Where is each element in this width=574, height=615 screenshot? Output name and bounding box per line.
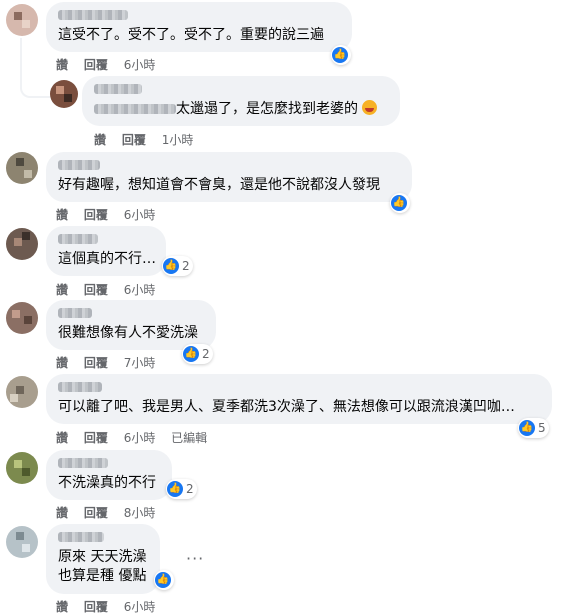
comment-actions: 讚 回覆 6小時: [56, 56, 167, 73]
comment-text-line1: 原來 天天洗澡: [58, 549, 147, 565]
comment-bubble: 可以離了吧、我是男人、夏季都洗3次澡了、無法想像可以跟流浪漢凹咖…: [46, 374, 552, 424]
reaction-number: 5: [538, 421, 546, 435]
timestamp[interactable]: 6小時: [124, 208, 156, 222]
avatar[interactable]: [6, 452, 38, 484]
comment-bubble: 原來 天天洗澡 也算是種 優點: [46, 524, 160, 594]
timestamp[interactable]: 7小時: [124, 356, 156, 370]
commenter-name[interactable]: [58, 532, 104, 542]
timestamp[interactable]: 6小時: [124, 600, 156, 614]
commenter-name[interactable]: [58, 234, 98, 244]
like-link[interactable]: 讚: [56, 283, 68, 297]
reply-bubble: 太邋遢了，是怎麼找到老婆的: [82, 76, 400, 126]
reaction-number: 2: [186, 482, 194, 496]
reply-text-row: 太邋遢了，是怎麼找到老婆的: [94, 100, 388, 119]
commenter-name[interactable]: [58, 10, 128, 20]
reply-link[interactable]: 回覆: [84, 356, 108, 370]
commenter-name[interactable]: [58, 160, 100, 170]
comment-text: 太邋遢了，是怎麼找到老婆的: [176, 101, 358, 117]
comment-bubble: 這受不了。受不了。受不了。重要的說三遍: [46, 2, 352, 52]
comment-actions: 讚 回覆 6小時: [56, 598, 167, 615]
comment-text: 不洗澡真的不行: [58, 475, 156, 491]
commenter-name[interactable]: [94, 84, 142, 94]
reaction-count[interactable]: 👍: [154, 570, 174, 590]
comment-actions: 讚 回覆 6小時: [56, 281, 167, 298]
reply-link[interactable]: 回覆: [84, 208, 108, 222]
comment-text-line2: 也算是種 優點: [58, 568, 147, 584]
like-link[interactable]: 讚: [56, 208, 68, 222]
comment-actions: 讚 回覆 7小時: [56, 354, 167, 371]
reaction-count[interactable]: 👍: [331, 45, 351, 65]
like-icon: 👍: [183, 346, 199, 362]
like-icon: 👍: [155, 572, 171, 588]
timestamp[interactable]: 1小時: [162, 133, 194, 147]
comment-actions: 讚 回覆 8小時: [56, 504, 167, 521]
reply-link[interactable]: 回覆: [84, 506, 108, 520]
comment-text: 可以離了吧、我是男人、夏季都洗3次澡了、無法想像可以跟流浪漢凹咖…: [58, 399, 515, 415]
timestamp[interactable]: 6小時: [124, 58, 156, 72]
reaction-count[interactable]: 👍 5: [518, 418, 549, 438]
like-link[interactable]: 讚: [56, 600, 68, 614]
commenter-name[interactable]: [58, 458, 108, 468]
reply-link[interactable]: 回覆: [84, 58, 108, 72]
like-link[interactable]: 讚: [94, 133, 106, 147]
reaction-number: 2: [202, 347, 210, 361]
comment-actions: 讚 回覆 1小時: [94, 131, 205, 148]
like-link[interactable]: 讚: [56, 506, 68, 520]
comment-text: 這個真的不行…: [58, 251, 156, 267]
avatar[interactable]: [6, 526, 38, 558]
avatar[interactable]: [6, 228, 38, 260]
reply-link[interactable]: 回覆: [122, 133, 146, 147]
reply-thread-line: [20, 38, 50, 98]
comment-bubble: 這個真的不行…: [46, 226, 166, 276]
comment-text: 很難想像有人不愛洗澡: [58, 325, 198, 341]
reaction-number: 2: [182, 259, 190, 273]
reply-link[interactable]: 回覆: [84, 600, 108, 614]
reaction-count[interactable]: 👍 2: [162, 256, 193, 276]
laugh-emoji-icon: [362, 100, 378, 115]
reply-link[interactable]: 回覆: [84, 431, 108, 445]
timestamp[interactable]: 6小時: [124, 283, 156, 297]
avatar[interactable]: [6, 376, 38, 408]
comment-bubble: 很難想像有人不愛洗澡: [46, 300, 216, 350]
avatar[interactable]: [6, 4, 38, 36]
like-icon: 👍: [391, 195, 407, 211]
like-icon: 👍: [332, 47, 348, 63]
reaction-count[interactable]: 👍 2: [166, 479, 197, 499]
reply-link[interactable]: 回覆: [84, 283, 108, 297]
like-icon: 👍: [163, 258, 179, 274]
comment-text: 好有趣喔，想知道會不會臭，還是他不說都沒人發現: [58, 177, 380, 193]
like-icon: 👍: [519, 420, 535, 436]
like-link[interactable]: 讚: [56, 356, 68, 370]
comment-actions: 讚 回覆 6小時 已編輯: [56, 429, 219, 446]
mentioned-name[interactable]: [94, 104, 176, 114]
comment-actions: 讚 回覆 6小時: [56, 206, 167, 223]
timestamp[interactable]: 8小時: [124, 506, 156, 520]
avatar[interactable]: [6, 152, 38, 184]
commenter-name[interactable]: [58, 308, 92, 318]
edited-label[interactable]: 已編輯: [171, 431, 207, 445]
avatar[interactable]: [50, 80, 78, 108]
comment-text: 這受不了。受不了。受不了。重要的說三遍: [58, 27, 324, 43]
avatar[interactable]: [6, 302, 38, 334]
like-link[interactable]: 讚: [56, 431, 68, 445]
comment-bubble: 不洗澡真的不行: [46, 450, 172, 500]
more-options-button[interactable]: ···: [186, 549, 204, 568]
like-icon: 👍: [167, 481, 183, 497]
comment-bubble: 好有趣喔，想知道會不會臭，還是他不說都沒人發現: [46, 152, 412, 202]
commenter-name[interactable]: [58, 382, 102, 392]
reaction-count[interactable]: 👍: [390, 193, 410, 213]
like-link[interactable]: 讚: [56, 58, 68, 72]
timestamp[interactable]: 6小時: [124, 431, 156, 445]
reaction-count[interactable]: 👍 2: [182, 344, 213, 364]
